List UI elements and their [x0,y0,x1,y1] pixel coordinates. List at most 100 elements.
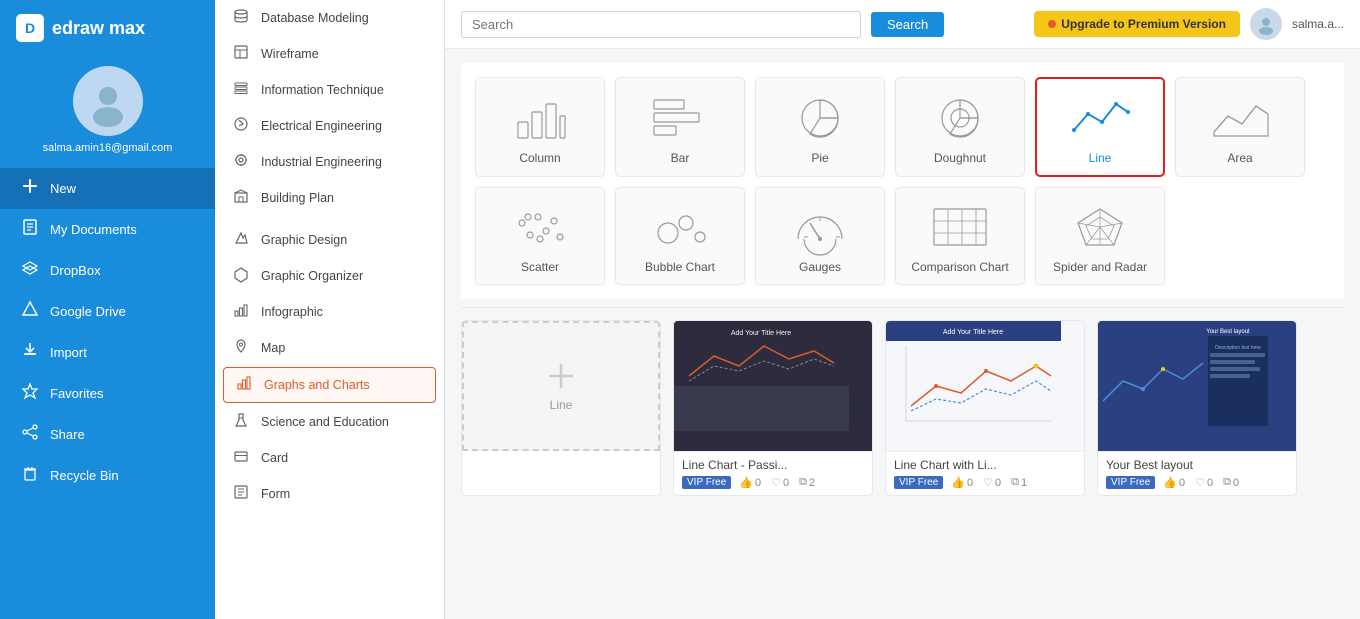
template-info-4: Your Best layout VIP Free 👍 0 ♡ 0 ⧉ 0 [1098,451,1296,495]
chart-tile-pie[interactable]: Pie [755,77,885,177]
meta-icons-3: 👍 0 ♡ 0 ⧉ 0 [1163,476,1239,489]
template-name-line-chart-li: Line Chart with Li... [894,458,1076,472]
sidebar-item-google-drive-label: Google Drive [50,304,126,319]
template-card-new-line[interactable]: Line [461,320,661,496]
upgrade-button[interactable]: Upgrade to Premium Version [1034,11,1240,37]
recycle-bin-icon [20,464,40,487]
likes-1: 👍 0 [739,476,761,489]
svg-text:Add Your Title Here: Add Your Title Here [731,330,791,337]
sidebar-nav: New My Documents DropBox Google Drive Im… [0,168,215,619]
hearts-2: ♡ 0 [983,476,1001,489]
mid-item-card[interactable]: Card [215,440,444,476]
mid-item-infographic[interactable]: Infographic [215,294,444,330]
sidebar-item-new[interactable]: New [0,168,215,209]
sidebar-item-import[interactable]: Import [0,332,215,373]
chart-tile-area[interactable]: Area [1175,77,1305,177]
template-meta-line-chart-li: VIP Free 👍 0 ♡ 0 ⧉ 1 [894,476,1076,489]
new-line-badge: Line [462,321,660,451]
mid-item-wireframe[interactable]: Wireframe [215,36,444,72]
sidebar-item-recycle-bin[interactable]: Recycle Bin [0,455,215,496]
scatter-chart-icon [510,202,570,252]
template-meta-line-chart-passi: VIP Free 👍 0 ♡ 0 ⧉ 2 [682,476,864,489]
chart-tile-bubble-chart[interactable]: Bubble Chart [615,187,745,285]
mid-item-form[interactable]: Form [215,476,444,512]
chart-tile-line[interactable]: Line [1035,77,1165,177]
google-drive-icon [20,300,40,323]
mid-item-information-technique[interactable]: Information Technique [215,72,444,108]
sidebar: D edraw max salma.amin16@gmail.com New M… [0,0,215,619]
copies-1: ⧉ 2 [799,476,815,489]
vip-badge-1: VIP Free [682,476,731,489]
chart-type-section: Column Bar [445,49,1360,307]
svg-text:Description text here: Description text here [1215,345,1261,351]
mid-item-map[interactable]: Map [215,330,444,366]
template-meta-4: VIP Free 👍 0 ♡ 0 ⧉ 0 [1106,476,1288,489]
user-email: salma.amin16@gmail.com [35,142,181,154]
svg-text:Your Best layout: Your Best layout [1206,329,1250,335]
mid-item-graphs-and-charts[interactable]: Graphs and Charts [223,367,436,403]
new-icon [20,177,40,200]
template-thumb-line-chart-passi: Add Your Title Here [674,321,872,451]
mid-item-industrial-engineering[interactable]: Industrial Engineering [215,144,444,180]
mid-item-industrial-engineering-label: Industrial Engineering [261,155,382,169]
search-input[interactable] [461,11,861,38]
mid-item-graphic-design-label: Graphic Design [261,233,347,247]
sidebar-item-dropbox-label: DropBox [50,263,101,278]
column-chart-icon [510,93,570,143]
wireframe-icon [231,44,251,64]
mid-item-graphic-organizer[interactable]: Graphic Organizer [215,258,444,294]
mid-item-graphic-organizer-label: Graphic Organizer [261,269,363,283]
sidebar-item-favorites-label: Favorites [50,386,103,401]
industrial-engineering-icon [231,152,251,172]
logo-icon: D [16,14,44,42]
chart-tile-comparison-chart[interactable]: Comparison Chart [895,187,1025,285]
science-icon [231,412,251,432]
mid-item-electrical-engineering[interactable]: Electrical Engineering [215,108,444,144]
dropbox-icon [20,259,40,282]
scatter-label: Scatter [521,260,559,274]
search-button[interactable]: Search [871,12,944,37]
middle-panel: Database Modeling Wireframe Information … [215,0,445,619]
mid-item-building-plan[interactable]: Building Plan [215,180,444,216]
mid-item-science-and-education[interactable]: Science and Education [215,404,444,440]
bar-label: Bar [671,151,690,165]
meta-icons-2: 👍 0 ♡ 0 ⧉ 1 [951,476,1027,489]
mid-item-database-modeling[interactable]: Database Modeling [215,0,444,36]
chart-tile-column[interactable]: Column [475,77,605,177]
hearts-1: ♡ 0 [771,476,789,489]
graphic-organizer-icon [231,266,251,286]
sidebar-item-favorites[interactable]: Favorites [0,373,215,414]
template-card-line-chart-passi[interactable]: Add Your Title Here Line Chart - Passi..… [673,320,873,496]
template-grid: Line Add Your Title Here Line Chart [461,316,1344,500]
svg-text:Add Your Title Here: Add Your Title Here [943,329,1003,336]
top-bar: Search Upgrade to Premium Version salma.… [445,0,1360,49]
sidebar-item-dropbox[interactable]: DropBox [0,250,215,291]
map-icon [231,338,251,358]
mid-item-graphic-design[interactable]: Graphic Design [215,222,444,258]
chart-tile-spider-and-radar[interactable]: Spider and Radar [1035,187,1165,285]
pie-label: Pie [811,151,828,165]
favorites-icon [20,382,40,405]
spider-and-radar-label: Spider and Radar [1053,260,1147,274]
share-icon [20,423,40,446]
line-label: Line [1089,151,1112,165]
chart-tile-scatter[interactable]: Scatter [475,187,605,285]
vip-badge-3: VIP Free [1106,476,1155,489]
chart-tile-gauges[interactable]: Gauges [755,187,885,285]
gauges-chart-icon [790,202,850,252]
sidebar-item-google-drive[interactable]: Google Drive [0,291,215,332]
template-card-line-chart-li[interactable]: Add Your Title Here Line Chart with Li..… [885,320,1085,496]
chart-tile-bar[interactable]: Bar [615,77,745,177]
upgrade-label: Upgrade to Premium Version [1061,17,1226,31]
new-line-label: Line [550,398,573,412]
user-avatar [1250,8,1282,40]
sidebar-item-share[interactable]: Share [0,414,215,455]
gauges-label: Gauges [799,260,841,274]
template-card-4[interactable]: Your Best layout Description text here Y… [1097,320,1297,496]
card-icon [231,448,251,468]
sidebar-item-my-documents[interactable]: My Documents [0,209,215,250]
template-info-line-chart-passi: Line Chart - Passi... VIP Free 👍 0 ♡ 0 ⧉… [674,451,872,495]
chart-tile-doughnut[interactable]: Doughnut [895,77,1025,177]
comparison-chart-label: Comparison Chart [911,260,1008,274]
upgrade-dot [1048,20,1056,28]
